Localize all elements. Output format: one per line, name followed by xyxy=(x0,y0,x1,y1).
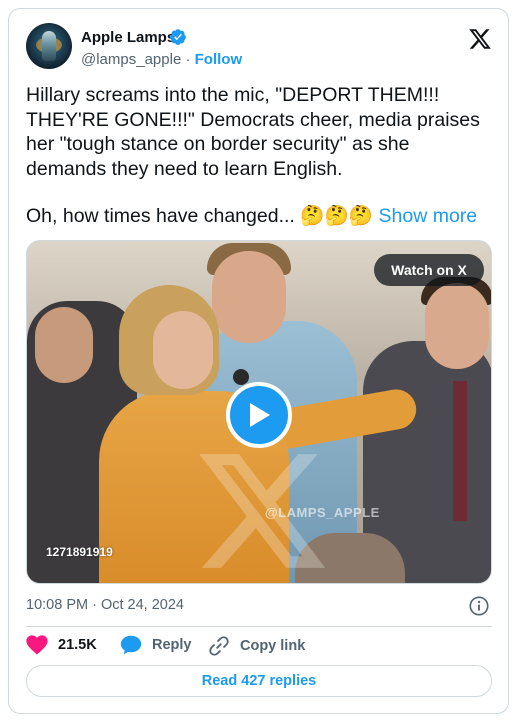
play-button[interactable] xyxy=(226,382,292,448)
tweet-closing-text: Oh, how times have changed... xyxy=(26,205,295,227)
person-left-face xyxy=(35,307,93,383)
like-button[interactable]: 21.5K xyxy=(26,635,97,655)
copy-link-label: Copy link xyxy=(240,638,306,654)
read-replies-button[interactable]: Read 427 replies xyxy=(26,665,492,697)
author-avatar[interactable] xyxy=(26,23,72,69)
verified-badge-icon xyxy=(170,29,186,45)
video-id-label: 1271891919 xyxy=(46,545,113,559)
avatar-lamp xyxy=(42,31,56,61)
reply-button[interactable]: Reply xyxy=(120,635,192,655)
author-handle[interactable]: @lamps_apple xyxy=(81,51,181,68)
person-right-face xyxy=(425,283,489,369)
tweet-closing-line: Oh, how times have changed... 🤔🤔🤔 Show m… xyxy=(26,204,496,229)
tweet-timestamp[interactable]: 10:08 PM · Oct 24, 2024 xyxy=(26,597,184,613)
video-watermark-handle: @LAMPS_APPLE xyxy=(265,505,380,520)
like-count: 21.5K xyxy=(58,637,97,653)
tweet-line-4: demands they need to learn English. xyxy=(26,157,343,180)
copy-link-button[interactable]: Copy link xyxy=(208,635,305,657)
show-more-link[interactable]: Show more xyxy=(379,205,478,227)
reply-bubble-icon xyxy=(120,635,142,655)
reply-label: Reply xyxy=(152,637,192,653)
heart-icon xyxy=(26,635,48,655)
tweet-line-2: THEY'RE GONE!!!" Democrats cheer, media … xyxy=(26,108,480,131)
play-icon xyxy=(250,403,270,427)
speaker-face xyxy=(153,311,213,389)
author-name[interactable]: Apple Lamps xyxy=(81,29,175,46)
microphone xyxy=(233,369,249,385)
link-icon xyxy=(209,636,229,656)
thinking-emojis: 🤔🤔🤔 xyxy=(300,205,374,227)
divider xyxy=(26,626,492,627)
tweet-line-3: her "tough stance on border security" as… xyxy=(26,133,410,155)
follow-link[interactable]: Follow xyxy=(195,51,243,68)
tweet-line-1: Hillary screams into the mic, "DEPORT TH… xyxy=(26,84,440,106)
watch-on-x-button[interactable]: Watch on X xyxy=(374,254,484,286)
tweet-text: Hillary screams into the mic, "DEPORT TH… xyxy=(26,83,496,229)
tweet-card: Apple Lamps @lamps_apple · Follow Hillar… xyxy=(8,8,509,714)
handle-separator: · xyxy=(181,51,195,68)
person-center-face xyxy=(212,251,286,343)
video-thumbnail[interactable]: @LAMPS_APPLE 1271891919 Watch on X xyxy=(26,240,492,584)
person-right-tie xyxy=(453,381,467,521)
x-logo-icon[interactable] xyxy=(468,27,492,51)
handle-row: @lamps_apple · Follow xyxy=(81,51,242,68)
info-icon[interactable] xyxy=(468,595,490,617)
